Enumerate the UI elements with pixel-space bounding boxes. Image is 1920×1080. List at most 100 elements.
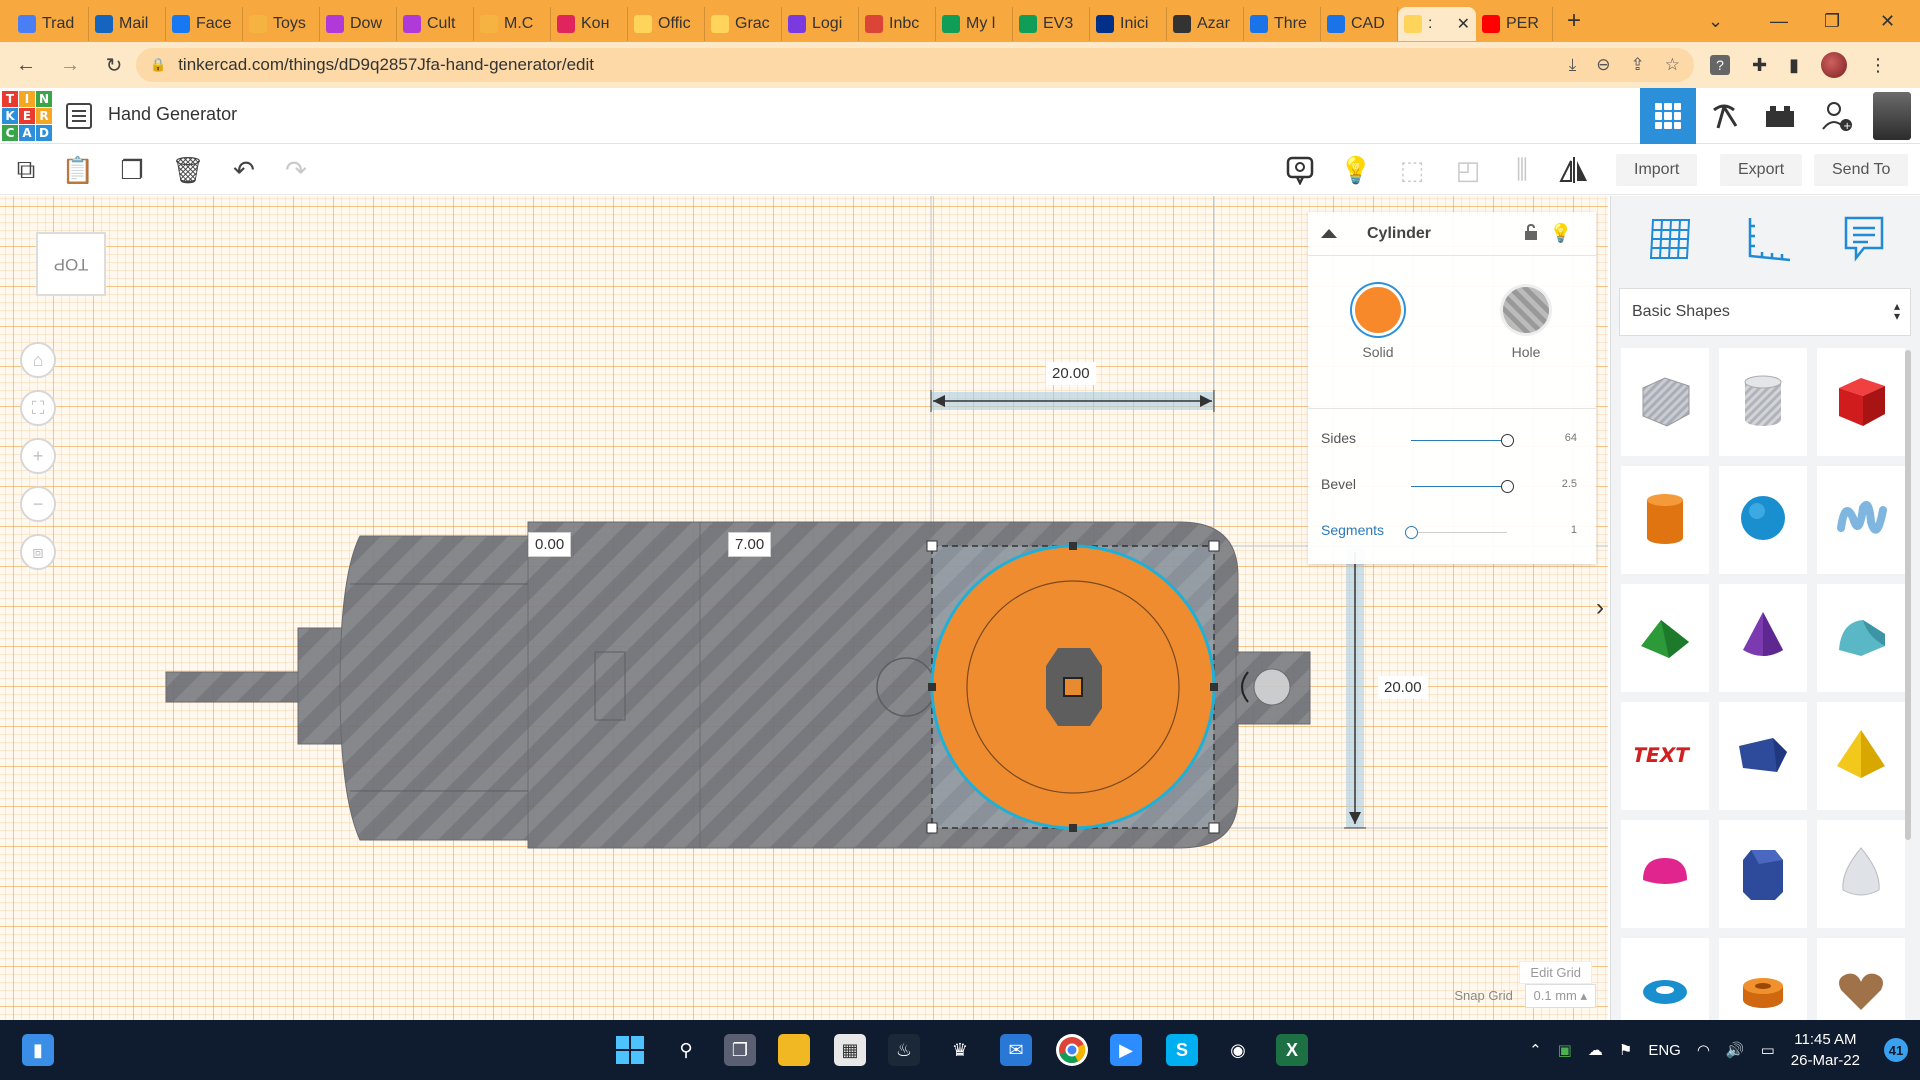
install-app-icon[interactable]: ⤓ <box>1569 55 1577 75</box>
shape-library-select[interactable]: Basic Shapes ▴ ▾ <box>1619 288 1911 336</box>
shape-tile[interactable]: TEXT <box>1621 702 1709 810</box>
wifi-icon[interactable]: ◠ <box>1697 1041 1710 1059</box>
send-to-button[interactable]: Send To <box>1814 154 1909 186</box>
clock[interactable]: 11:45 AM 26-Mar-22 <box>1791 1029 1860 1071</box>
shape-tile[interactable] <box>1817 820 1905 928</box>
undo-icon[interactable]: ↶ <box>226 153 262 187</box>
collapse-inspector-icon[interactable] <box>1321 229 1337 238</box>
profile-avatar[interactable] <box>1821 52 1847 78</box>
visibility-bulb-icon[interactable]: 💡 <box>1550 223 1572 244</box>
steam-icon[interactable]: ♨ <box>888 1034 920 1066</box>
collapse-panel-chevron-icon[interactable]: › <box>1596 594 1610 624</box>
width-label[interactable]: 20.00 <box>1046 362 1096 385</box>
share-icon[interactable]: ⇪ <box>1631 55 1645 75</box>
selected-cylinder[interactable] <box>926 540 1249 834</box>
y-position-label[interactable]: 7.00 <box>728 532 772 557</box>
hole-swatch[interactable] <box>1500 284 1552 336</box>
ruler-tool-icon[interactable] <box>1742 214 1794 269</box>
shape-tile[interactable] <box>1817 466 1905 574</box>
file-explorer-icon[interactable] <box>778 1034 810 1066</box>
sides-slider[interactable]: Sides 64 <box>1321 430 1583 450</box>
shape-tile[interactable] <box>1621 466 1709 574</box>
hole-option[interactable]: Hole <box>1486 284 1566 360</box>
group-icon[interactable]: ⬚ <box>1394 153 1430 187</box>
shape-tile[interactable] <box>1719 466 1807 574</box>
paste-icon[interactable]: 📋 <box>60 153 96 187</box>
browser-tab[interactable]: Azar <box>1167 7 1244 41</box>
browser-tab[interactable]: CAD <box>1321 7 1398 41</box>
mirror-icon[interactable] <box>1556 153 1592 187</box>
extensions-puzzle-icon[interactable]: ✚ <box>1752 55 1767 76</box>
bricks-view-button[interactable] <box>1752 88 1808 144</box>
browser-tab[interactable]: Thre <box>1244 7 1321 41</box>
browser-tab[interactable]: EV3 <box>1013 7 1090 41</box>
back-icon[interactable]: ← <box>8 54 44 77</box>
zoom-app-icon[interactable]: ▶ <box>1110 1034 1142 1066</box>
notification-badge[interactable]: 41 <box>1884 1038 1908 1062</box>
browser-menu-icon[interactable]: ⋮ <box>1869 55 1887 76</box>
excel-icon[interactable]: X <box>1276 1034 1308 1066</box>
start-icon[interactable] <box>614 1034 646 1066</box>
store-icon[interactable]: ▦ <box>834 1034 866 1066</box>
shape-tile[interactable] <box>1817 702 1905 810</box>
url-field[interactable]: 🔒 tinkercad.com/things/dD9q2857Jfa-hand-… <box>136 48 1694 82</box>
game-icon[interactable]: ♛ <box>944 1034 976 1066</box>
align-icon[interactable]: ⫼ <box>1504 153 1540 187</box>
blocks-view-button[interactable] <box>1696 88 1752 144</box>
export-button[interactable]: Export <box>1720 154 1803 186</box>
user-profile-button[interactable] <box>1864 88 1920 144</box>
bevel-slider[interactable]: Bevel 2.5 <box>1321 476 1583 496</box>
design-title[interactable]: Hand Generator <box>108 104 237 125</box>
lock-icon[interactable] <box>1524 224 1538 240</box>
task-view-icon[interactable]: ❐ <box>724 1034 756 1066</box>
close-window-icon[interactable]: ✕ <box>1880 0 1895 42</box>
workplane-tool-icon[interactable] <box>1645 214 1695 269</box>
forward-icon[interactable]: → <box>52 54 88 77</box>
extension-help-icon[interactable]: ? <box>1710 55 1730 75</box>
length-label[interactable]: 20.00 <box>1378 676 1428 699</box>
shape-tile[interactable] <box>1719 702 1807 810</box>
shape-tile[interactable] <box>1621 584 1709 692</box>
shape-tile[interactable] <box>1817 348 1905 456</box>
tab-search-icon[interactable]: ⌄ <box>1708 0 1723 42</box>
skype-icon[interactable]: S <box>1166 1034 1198 1066</box>
close-tab-icon[interactable]: ✕ <box>1457 14 1470 34</box>
browser-tab[interactable]: M.C <box>474 7 551 41</box>
3d-design-view-button[interactable] <box>1640 88 1696 144</box>
light-bulb-icon[interactable]: 💡 <box>1338 153 1374 187</box>
snap-grid-select[interactable]: 0.1 mm ▴ <box>1524 984 1596 1008</box>
reload-icon[interactable]: ↻ <box>96 53 132 78</box>
tray-chevron-icon[interactable]: ⌃ <box>1529 1041 1542 1059</box>
browser-tab[interactable]: : ✕ <box>1398 7 1476 41</box>
browser-tab[interactable]: Toys <box>243 7 320 41</box>
invite-user-button[interactable]: + <box>1808 88 1864 144</box>
redo-icon[interactable]: ↷ <box>278 153 314 187</box>
edit-grid-button[interactable]: Edit Grid <box>1519 961 1592 984</box>
duplicate-icon[interactable]: ❐ <box>114 153 150 187</box>
tinkercad-logo[interactable]: TIN KER CAD <box>2 91 52 141</box>
battery-icon[interactable]: ▭ <box>1761 1041 1775 1059</box>
new-tab-icon[interactable]: + <box>1567 7 1581 35</box>
search-icon[interactable]: ⚲ <box>670 1034 702 1066</box>
chrome-profile-icon[interactable]: ◉ <box>1222 1034 1254 1066</box>
shape-tile[interactable] <box>1719 348 1807 456</box>
design-list-icon[interactable] <box>66 103 92 129</box>
shape-tile[interactable] <box>1621 348 1709 456</box>
language-indicator[interactable]: ENG <box>1648 1042 1681 1059</box>
browser-tab[interactable]: My l <box>936 7 1013 41</box>
copy-icon[interactable]: ⧉ <box>8 153 44 187</box>
onedrive-icon[interactable]: ☁ <box>1588 1041 1603 1059</box>
browser-tab[interactable]: Grac <box>705 7 782 41</box>
shapes-scrollbar[interactable] <box>1905 350 1911 840</box>
browser-tab[interactable]: PER <box>1476 7 1553 41</box>
x-position-label[interactable]: 0.00 <box>528 532 572 557</box>
browser-tab[interactable]: Dow <box>320 7 397 41</box>
notes-view-icon[interactable] <box>1282 153 1318 187</box>
shape-tile[interactable] <box>1621 820 1709 928</box>
widgets-icon[interactable]: ▮ <box>22 1034 54 1066</box>
minimize-icon[interactable]: — <box>1770 0 1788 42</box>
side-panel-icon[interactable]: ▮ <box>1789 55 1799 76</box>
browser-tab[interactable]: Inbc <box>859 7 936 41</box>
browser-tab[interactable]: Koн <box>551 7 628 41</box>
shape-tile[interactable] <box>1817 584 1905 692</box>
